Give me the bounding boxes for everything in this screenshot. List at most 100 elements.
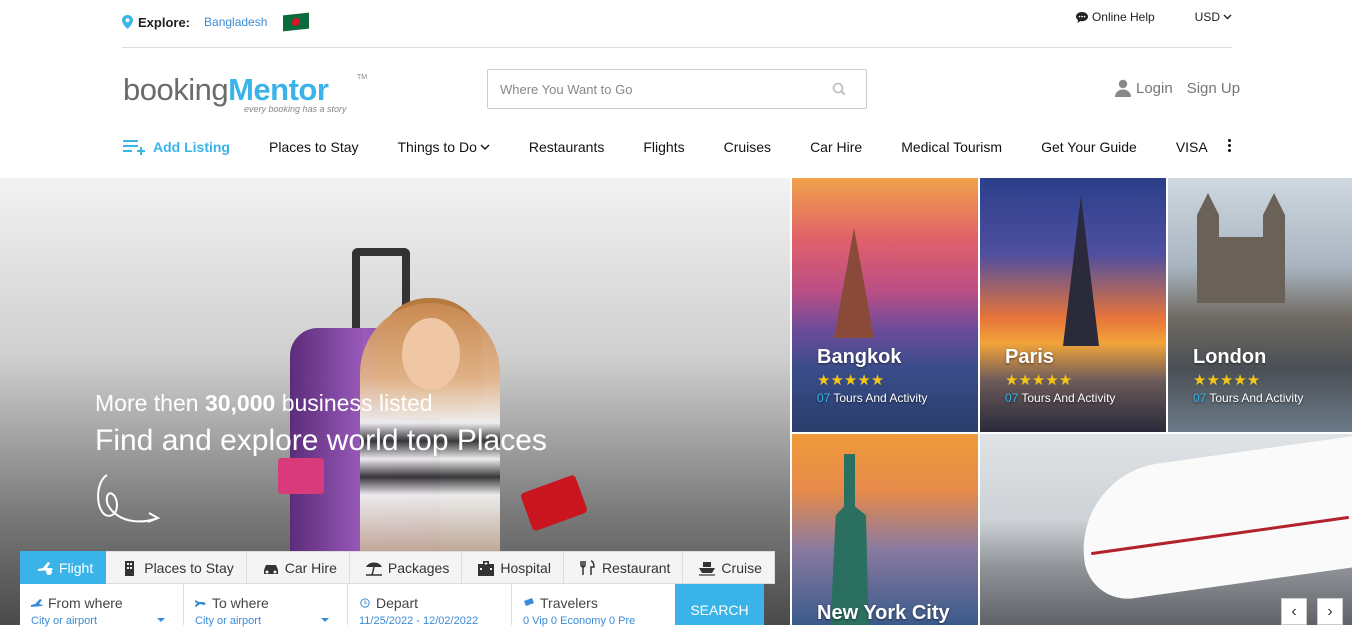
hero-heading: Find and explore world top Places — [95, 424, 547, 457]
tab-car-hire[interactable]: Car Hire — [246, 551, 350, 584]
from-dropdown-icon — [157, 618, 165, 622]
online-help-label: Online Help — [1091, 10, 1155, 24]
tours-count: 07 Tours And Activity — [1193, 391, 1303, 405]
hospital-icon — [478, 560, 495, 576]
nav-cruises[interactable]: Cruises — [724, 139, 771, 155]
eiffel-tower-graphic — [1063, 196, 1099, 346]
building-icon — [125, 560, 135, 576]
travelers-value: 0 Vip 0 Economy 0 Pre — [523, 615, 636, 627]
tab-restaurant[interactable]: Restaurant — [563, 551, 684, 584]
search-tabs: Flight Places to Stay Car Hire Packages … — [20, 551, 775, 584]
currency-selector[interactable]: USD — [1195, 10, 1232, 24]
tours-label: Tours And Activity — [1209, 391, 1304, 405]
tab-flight-label: Flight — [59, 559, 94, 576]
destination-tile-new-york[interactable]: New York City — [792, 434, 978, 625]
plane-landing-icon — [195, 600, 206, 607]
nav-car-hire[interactable]: Car Hire — [810, 139, 862, 155]
temple-graphic — [834, 228, 874, 338]
add-listing-link[interactable]: Add Listing — [122, 138, 230, 156]
ship-icon — [699, 561, 716, 576]
tours-number: 07 — [1005, 391, 1019, 405]
chevron-down-icon — [1223, 14, 1232, 20]
hero-business-count: 30,000 — [204, 390, 276, 416]
logo-trademark: TM — [357, 74, 368, 81]
destination-name: Paris — [1005, 346, 1054, 368]
login-link[interactable]: Login — [1136, 80, 1173, 97]
depart-field[interactable]: Depart 11/25/2022 - 12/02/2022 — [348, 584, 512, 627]
nav-flights[interactable]: Flights — [643, 139, 684, 155]
destination-tile-paris[interactable]: Paris ★★★★★ 07 Tours And Activity — [980, 178, 1166, 432]
add-listing-label: Add Listing — [153, 139, 230, 155]
car-icon — [263, 564, 278, 574]
tab-car-hire-label: Car Hire — [284, 559, 337, 576]
search-input[interactable] — [488, 70, 818, 108]
jet-graphic — [1072, 434, 1352, 605]
location-pin-icon — [122, 15, 133, 29]
from-field[interactable]: From where City or airport — [20, 584, 184, 627]
booking-mentor-logo[interactable]: bookingMentor TM every booking has a sto… — [123, 62, 373, 118]
online-help-link[interactable]: Online Help — [1075, 10, 1155, 24]
tab-hospital[interactable]: Hospital — [462, 551, 564, 584]
clock-icon — [360, 598, 370, 608]
tours-label: Tours And Activity — [1021, 391, 1116, 405]
rating-stars: ★★★★★ — [1193, 372, 1261, 389]
ticket-icon — [524, 598, 534, 606]
destination-tile-london[interactable]: London ★★★★★ 07 Tours And Activity — [1168, 178, 1352, 432]
tours-number: 07 — [1193, 391, 1207, 405]
main-nav: Add Listing Places to Stay Things to Do … — [122, 136, 1247, 158]
nav-restaurants[interactable]: Restaurants — [529, 139, 604, 155]
logo-part-booking: booking — [123, 72, 229, 107]
tab-places-to-stay[interactable]: Places to Stay — [106, 551, 247, 584]
tab-hospital-label: Hospital — [500, 559, 551, 576]
search-button[interactable]: SEARCH — [675, 584, 764, 625]
passport-graphic — [278, 458, 324, 494]
plane-icon — [38, 561, 53, 575]
nav-visa[interactable]: VISA — [1176, 139, 1208, 155]
hero-subheading: More then 30,000 business listed — [95, 390, 433, 417]
slider-prev-button[interactable]: ‹ — [1281, 598, 1307, 625]
plane-takeoff-icon — [31, 599, 43, 607]
currency-label: USD — [1194, 10, 1220, 24]
travelers-field[interactable]: Travelers 0 Vip 0 Economy 0 Pre — [512, 584, 676, 627]
nav-get-your-guide[interactable]: Get Your Guide — [1041, 139, 1137, 155]
nav-things-to-do-label: Things to Do — [397, 139, 477, 155]
nav-places-to-stay[interactable]: Places to Stay — [269, 139, 359, 155]
nav-things-to-do[interactable]: Things to Do — [398, 139, 490, 155]
tours-count: 07 Tours And Activity — [1005, 391, 1115, 405]
hero-subheading-suffix: business listed — [275, 390, 433, 416]
travelers-label: Travelers — [540, 595, 598, 611]
chat-icon — [1075, 11, 1088, 23]
tours-label: Tours And Activity — [833, 391, 928, 405]
to-label: To where — [212, 595, 269, 611]
signup-link[interactable]: Sign Up — [1187, 80, 1240, 97]
top-bar: Explore: Bangladesh Online Help USD — [122, 0, 1232, 48]
logo-part-mentor: Mentor — [228, 72, 329, 107]
tab-packages[interactable]: Packages — [349, 551, 463, 584]
user-icon — [1115, 79, 1131, 97]
tab-restaurant-label: Restaurant — [601, 559, 671, 576]
nav-medical-tourism[interactable]: Medical Tourism — [901, 139, 1002, 155]
phone-graphic — [519, 474, 589, 532]
tab-cruise-label: Cruise — [721, 559, 762, 576]
private-jet-tile — [980, 434, 1352, 625]
beach-umbrella-icon — [365, 562, 382, 576]
tower-bridge-graphic — [1197, 193, 1285, 303]
bangladesh-flag-icon — [283, 12, 310, 32]
tab-cruise[interactable]: Cruise — [683, 551, 775, 584]
more-menu-icon[interactable] — [1228, 139, 1232, 153]
tab-places-to-stay-label: Places to Stay — [144, 559, 234, 576]
to-field[interactable]: To where City or airport — [184, 584, 348, 627]
from-label: From where — [48, 595, 123, 611]
slider-next-button[interactable]: › — [1317, 598, 1343, 625]
chevron-down-icon — [480, 144, 490, 150]
destination-name: Bangkok — [817, 346, 902, 368]
flight-search-form: From where City or airport To where City… — [20, 584, 764, 627]
destination-tile-bangkok[interactable]: Bangkok ★★★★★ 07 Tours And Activity — [792, 178, 978, 432]
cutlery-icon — [580, 559, 595, 575]
swirl-arrow-icon — [97, 474, 161, 523]
search-icon[interactable] — [832, 82, 846, 96]
country-link[interactable]: Bangladesh — [204, 15, 267, 29]
explore-label: Explore: — [138, 14, 191, 30]
tab-flight[interactable]: Flight — [20, 551, 107, 584]
to-dropdown-icon — [321, 618, 329, 622]
